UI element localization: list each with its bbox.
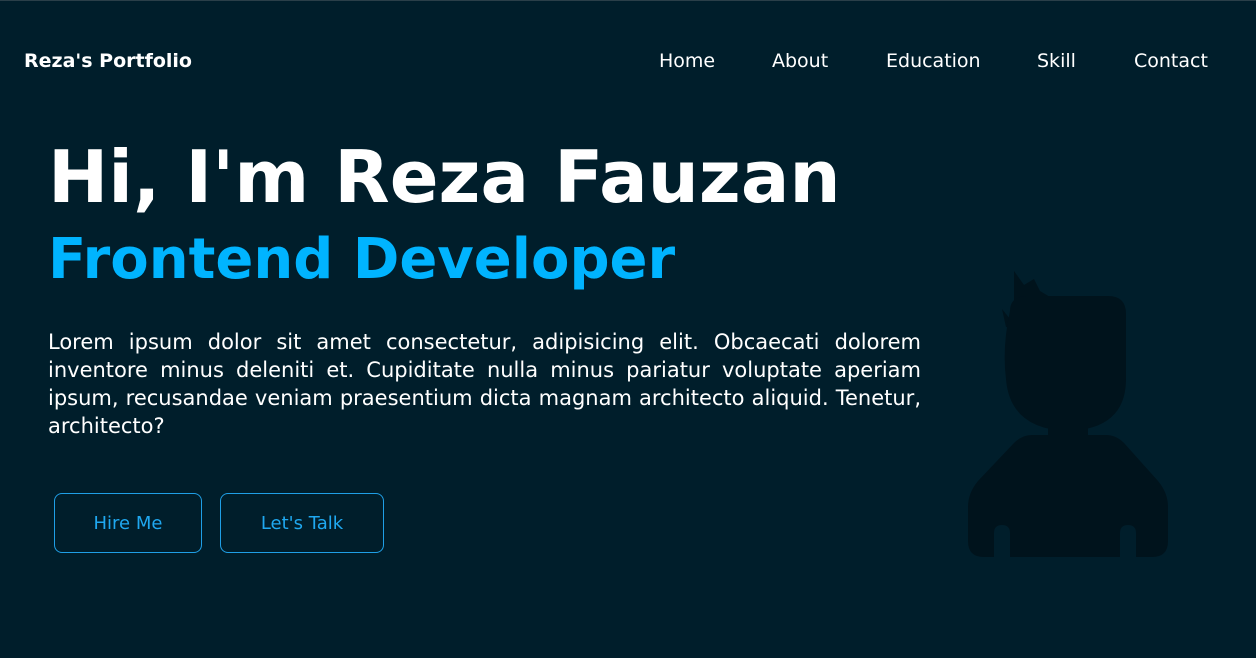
nav-link-skill[interactable]: Skill [1037, 49, 1076, 73]
person-silhouette-icon [968, 271, 1168, 557]
lets-talk-button[interactable]: Let's Talk [220, 493, 384, 553]
hero-title: Hi, I'm Reza Fauzan [48, 135, 841, 219]
brand-logo[interactable]: Reza's Portfolio [24, 49, 192, 73]
portfolio-page: Reza's Portfolio Home About Education Sk… [0, 0, 1256, 658]
nav-link-education[interactable]: Education [886, 49, 981, 73]
nav-link-home[interactable]: Home [659, 49, 715, 73]
hero-description: Lorem ipsum dolor sit amet consectetur, … [48, 330, 921, 438]
navbar: Reza's Portfolio Home About Education Sk… [0, 1, 1256, 123]
hire-me-button[interactable]: Hire Me [54, 493, 202, 553]
nav-link-contact[interactable]: Contact [1134, 49, 1208, 73]
hero-subtitle: Frontend Developer [48, 227, 676, 292]
nav-link-about[interactable]: About [772, 49, 828, 73]
